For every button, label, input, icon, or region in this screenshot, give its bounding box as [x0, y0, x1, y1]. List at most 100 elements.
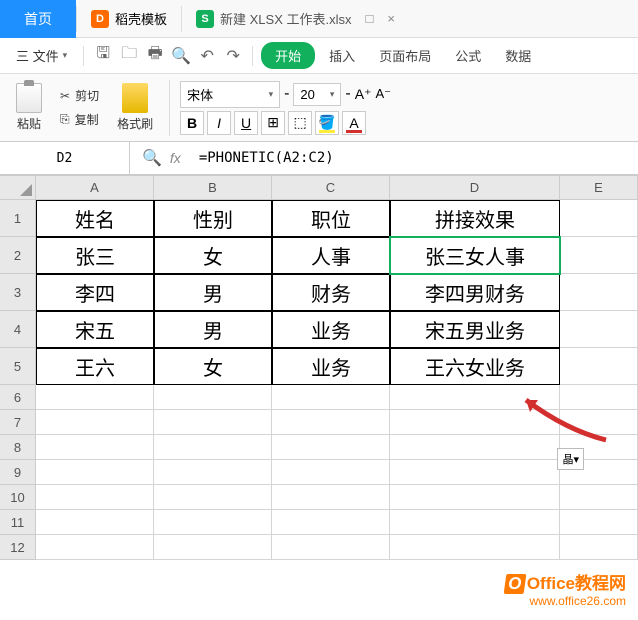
redo-icon[interactable]: ↷ — [222, 45, 244, 67]
row-header[interactable]: 5 — [0, 348, 36, 385]
row-header[interactable]: 8 — [0, 435, 36, 460]
cell[interactable]: 宋五 — [36, 311, 154, 348]
cell[interactable] — [560, 274, 638, 311]
close-icon[interactable]: □ — [365, 11, 373, 26]
paste-button[interactable]: 粘贴 — [10, 79, 48, 136]
cell[interactable] — [36, 385, 154, 410]
font-size-select[interactable]: 20▾ — [293, 83, 341, 106]
cell[interactable]: 王六女业务 — [390, 348, 560, 385]
undo-icon[interactable]: ↶ — [196, 45, 218, 67]
cell[interactable] — [154, 485, 272, 510]
ribbon-tab-insert[interactable]: 插入 — [319, 42, 365, 69]
cell[interactable] — [36, 485, 154, 510]
cut-button[interactable]: ✂剪切 — [54, 85, 105, 106]
select-all-corner[interactable] — [0, 176, 36, 200]
row-header[interactable]: 7 — [0, 410, 36, 435]
font-color-button[interactable]: A — [342, 111, 366, 135]
folder-icon[interactable]: 🗀 — [118, 45, 140, 67]
cell-reference[interactable]: D2 — [0, 142, 130, 174]
tab-home[interactable]: 首页 — [0, 0, 76, 38]
cell[interactable]: 姓名 — [36, 200, 154, 237]
cell[interactable] — [36, 510, 154, 535]
underline-button[interactable]: U — [234, 111, 258, 135]
close-tab-icon[interactable]: × — [387, 11, 395, 26]
cell[interactable] — [272, 535, 390, 560]
cell[interactable] — [154, 535, 272, 560]
cell[interactable]: 人事 — [272, 237, 390, 274]
tab-docer[interactable]: D 稻壳模板 — [77, 0, 181, 38]
decrease-font-icon[interactable]: A⁻ — [375, 86, 391, 102]
cell[interactable] — [560, 348, 638, 385]
cell[interactable] — [272, 385, 390, 410]
cell[interactable] — [154, 385, 272, 410]
row-header[interactable]: 1 — [0, 200, 36, 237]
ribbon-tab-layout[interactable]: 页面布局 — [369, 42, 441, 69]
cell[interactable] — [560, 237, 638, 274]
col-header-c[interactable]: C — [272, 176, 390, 200]
cell[interactable] — [390, 485, 560, 510]
border-button[interactable]: ⊞ — [261, 111, 285, 135]
cell[interactable]: 女 — [154, 348, 272, 385]
cell[interactable]: 男 — [154, 311, 272, 348]
ribbon-tab-formula[interactable]: 公式 — [445, 42, 491, 69]
cell[interactable]: 张三女人事 — [390, 237, 560, 274]
cell[interactable] — [560, 311, 638, 348]
col-header-b[interactable]: B — [154, 176, 272, 200]
cell[interactable] — [154, 410, 272, 435]
col-header-a[interactable]: A — [36, 176, 154, 200]
cell[interactable] — [272, 485, 390, 510]
cell[interactable] — [390, 460, 560, 485]
cell[interactable] — [36, 410, 154, 435]
cell[interactable] — [560, 485, 638, 510]
italic-button[interactable]: I — [207, 111, 231, 135]
cell[interactable]: 李四 — [36, 274, 154, 311]
cell[interactable]: 业务 — [272, 311, 390, 348]
cell[interactable]: 职位 — [272, 200, 390, 237]
cell[interactable] — [272, 460, 390, 485]
cell[interactable] — [560, 200, 638, 237]
cell[interactable]: 业务 — [272, 348, 390, 385]
tab-file[interactable]: S 新建 XLSX 工作表.xlsx □ × — [182, 0, 409, 38]
cell[interactable]: 财务 — [272, 274, 390, 311]
cell[interactable] — [390, 510, 560, 535]
cell[interactable] — [154, 460, 272, 485]
cell[interactable] — [154, 435, 272, 460]
cell[interactable] — [390, 535, 560, 560]
cell[interactable]: 王六 — [36, 348, 154, 385]
cell[interactable] — [272, 435, 390, 460]
increase-font-icon[interactable]: A⁺ — [355, 86, 372, 103]
cell[interactable] — [560, 510, 638, 535]
row-header[interactable]: 6 — [0, 385, 36, 410]
file-menu[interactable]: 三 文件 ▾ — [8, 43, 75, 68]
col-header-d[interactable]: D — [390, 176, 560, 200]
ribbon-tab-start[interactable]: 开始 — [261, 42, 315, 69]
save-icon[interactable]: 🖫 — [92, 45, 114, 67]
format-painter-button[interactable]: 格式刷 — [111, 79, 159, 136]
cell[interactable]: 李四男财务 — [390, 274, 560, 311]
copy-button[interactable]: ⎘复制 — [54, 109, 105, 130]
row-header[interactable]: 4 — [0, 311, 36, 348]
row-header[interactable]: 12 — [0, 535, 36, 560]
bold-button[interactable]: B — [180, 111, 204, 135]
fill-color-button[interactable]: 🪣 — [315, 111, 339, 135]
print-icon[interactable]: 🖶 — [144, 45, 166, 67]
cell[interactable]: 宋五男业务 — [390, 311, 560, 348]
cell[interactable]: 女 — [154, 237, 272, 274]
font-name-select[interactable]: 宋体▾ — [180, 81, 280, 108]
ribbon-tab-data[interactable]: 数据 — [495, 42, 541, 69]
preview-icon[interactable]: 🔍 — [170, 45, 192, 67]
cell[interactable] — [36, 535, 154, 560]
col-header-e[interactable]: E — [560, 176, 638, 200]
row-header[interactable]: 3 — [0, 274, 36, 311]
formula-input[interactable] — [193, 150, 638, 166]
row-header[interactable]: 9 — [0, 460, 36, 485]
cell[interactable]: 拼接效果 — [390, 200, 560, 237]
row-header[interactable]: 11 — [0, 510, 36, 535]
zoom-icon[interactable]: 🔍 — [142, 148, 162, 168]
row-header[interactable]: 2 — [0, 237, 36, 274]
cell[interactable] — [560, 535, 638, 560]
cell[interactable] — [272, 510, 390, 535]
cell[interactable]: 张三 — [36, 237, 154, 274]
row-header[interactable]: 10 — [0, 485, 36, 510]
cell-style-button[interactable]: ⬚ — [288, 111, 312, 135]
